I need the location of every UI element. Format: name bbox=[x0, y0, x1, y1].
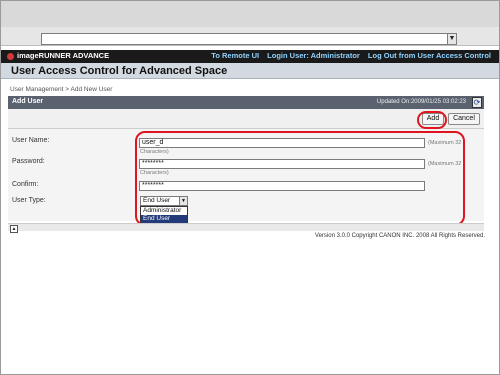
username-label: User Name: bbox=[12, 137, 50, 144]
address-input[interactable] bbox=[41, 33, 457, 45]
copyright: Version 3.0.0 Copyright CANON INC. 2008 … bbox=[314, 233, 485, 239]
cancel-button[interactable]: Cancel bbox=[448, 113, 480, 125]
button-row: Add Cancel bbox=[8, 109, 484, 129]
title-bar: User Access Control for Advanced Space bbox=[1, 63, 499, 79]
panel-title: Add User bbox=[12, 98, 44, 105]
panel-header: Add User Updated On:2009/01/25 03:02:23 … bbox=[8, 96, 484, 109]
brand-name: imageRUNNER ADVANCE bbox=[17, 51, 110, 60]
scroll-top-icon[interactable]: ▲ bbox=[10, 225, 18, 233]
add-button-highlight bbox=[417, 111, 447, 129]
form-highlight bbox=[135, 131, 465, 226]
updated-timestamp: Updated On:2009/01/25 03:02:23 bbox=[376, 99, 466, 105]
confirm-label: Confirm: bbox=[12, 181, 39, 188]
page-title: User Access Control for Advanced Space bbox=[11, 65, 228, 77]
canon-logo-icon bbox=[7, 53, 14, 60]
usertype-label: User Type: bbox=[12, 197, 46, 204]
remote-ui-link[interactable]: To Remote UI bbox=[211, 51, 259, 60]
refresh-icon[interactable]: ⟳ bbox=[472, 97, 482, 108]
login-user-label: Login User: Administrator bbox=[267, 51, 360, 60]
brand-bar: imageRUNNER ADVANCE To Remote UI Login U… bbox=[1, 50, 499, 63]
logout-link[interactable]: Log Out from User Access Control bbox=[368, 51, 491, 60]
password-label: Password: bbox=[12, 158, 45, 165]
breadcrumb: User Management > Add New User bbox=[10, 86, 113, 93]
panel-footer bbox=[8, 223, 484, 231]
browser-toolbar bbox=[1, 1, 499, 27]
address-dropdown-icon[interactable]: ▼ bbox=[447, 34, 456, 44]
top-links: To Remote UI Login User: Administrator L… bbox=[205, 51, 491, 60]
